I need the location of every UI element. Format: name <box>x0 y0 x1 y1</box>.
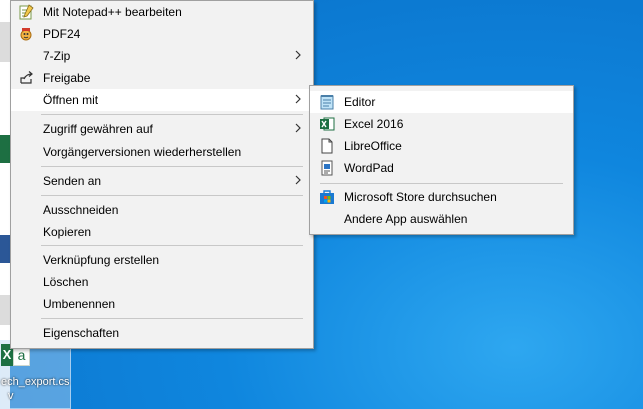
menu-item-zugriff[interactable]: Zugriff gewähren auf <box>11 118 313 140</box>
desktop-icon-partial[interactable] <box>0 295 10 325</box>
submenu-item-wordpad[interactable]: WordPad <box>310 157 573 179</box>
chevron-right-icon <box>295 94 301 104</box>
menu-item-label: Zugriff gewähren auf <box>43 122 153 136</box>
open-with-submenu: Editor Excel 2016 LibreOffice WordPad Mi… <box>309 85 574 235</box>
menu-item-label: Verknüpfung erstellen <box>43 253 160 267</box>
wordpad-icon <box>319 160 335 176</box>
notepadpp-icon <box>18 4 34 20</box>
menu-separator <box>41 318 303 319</box>
menu-item-label: Kopieren <box>43 225 92 239</box>
chevron-right-icon <box>295 175 301 185</box>
submenu-item-label: Andere App auswählen <box>344 212 468 226</box>
menu-item-ausschneiden[interactable]: Ausschneiden <box>11 199 313 221</box>
store-icon <box>319 189 335 205</box>
menu-item-oeffnen-mit[interactable]: Öffnen mit <box>11 89 313 111</box>
menu-item-freigabe[interactable]: Freigabe <box>11 67 313 89</box>
menu-item-label: Mit Notepad++ bearbeiten <box>43 5 182 19</box>
chevron-right-icon <box>295 123 301 133</box>
submenu-item-label: LibreOffice <box>344 139 402 153</box>
menu-item-verknuepfung[interactable]: Verknüpfung erstellen <box>11 249 313 271</box>
submenu-item-andere-app[interactable]: Andere App auswählen <box>310 208 573 230</box>
share-icon <box>18 70 34 86</box>
libreoffice-icon <box>319 138 335 154</box>
menu-item-label: Öffnen mit <box>43 93 99 107</box>
excel-icon <box>319 116 335 132</box>
menu-item-label: Senden an <box>43 174 102 188</box>
submenu-item-label: Microsoft Store durchsuchen <box>344 190 497 204</box>
submenu-item-excel[interactable]: Excel 2016 <box>310 113 573 135</box>
desktop-word-icon[interactable] <box>0 235 10 263</box>
menu-separator <box>41 245 303 246</box>
desktop-icon-partial[interactable] <box>0 22 10 62</box>
menu-separator <box>41 166 303 167</box>
submenu-item-label: Excel 2016 <box>344 117 404 131</box>
menu-item-label: Umbenennen <box>43 297 116 311</box>
menu-item-notepadpp[interactable]: Mit Notepad++ bearbeiten <box>11 1 313 23</box>
desktop-excel-icon[interactable] <box>0 135 10 163</box>
desktop-file-name: ech_export.cs <box>1 376 70 388</box>
menu-item-vorgaengerversionen[interactable]: Vorgängerversionen wiederherstellen <box>11 141 313 163</box>
desktop-file-selected[interactable]: X a ech_export.cs v <box>0 340 71 409</box>
menu-separator <box>41 114 303 115</box>
menu-item-label: Freigabe <box>43 71 91 85</box>
menu-item-label: PDF24 <box>43 27 81 41</box>
submenu-item-store[interactable]: Microsoft Store durchsuchen <box>310 186 573 208</box>
menu-item-kopieren[interactable]: Kopieren <box>11 221 313 243</box>
submenu-item-label: Editor <box>344 95 376 109</box>
pdf24-icon <box>18 26 34 42</box>
menu-item-label: Eigenschaften <box>43 326 120 340</box>
menu-item-pdf24[interactable]: PDF24 <box>11 23 313 45</box>
notepad-icon <box>319 94 335 110</box>
submenu-separator <box>320 183 563 184</box>
submenu-item-libreoffice[interactable]: LibreOffice <box>310 135 573 157</box>
menu-item-label: Vorgängerversionen wiederherstellen <box>43 145 242 159</box>
menu-item-label: Ausschneiden <box>43 203 119 217</box>
menu-item-loeschen[interactable]: Löschen <box>11 271 313 293</box>
menu-item-7zip[interactable]: 7-Zip <box>11 45 313 67</box>
submenu-item-label: WordPad <box>344 161 394 175</box>
menu-item-umbenennen[interactable]: Umbenennen <box>11 293 313 315</box>
menu-item-senden-an[interactable]: Senden an <box>11 170 313 192</box>
submenu-item-editor[interactable]: Editor <box>310 91 573 113</box>
menu-item-eigenschaften[interactable]: Eigenschaften <box>11 322 313 344</box>
desktop-file-name-cont: v <box>8 390 14 402</box>
menu-item-label: Löschen <box>43 275 89 289</box>
context-menu: Mit Notepad++ bearbeiten PDF24 7-Zip Fre… <box>10 0 314 349</box>
menu-separator <box>41 195 303 196</box>
chevron-right-icon <box>295 50 301 60</box>
menu-item-label: 7-Zip <box>43 49 71 63</box>
